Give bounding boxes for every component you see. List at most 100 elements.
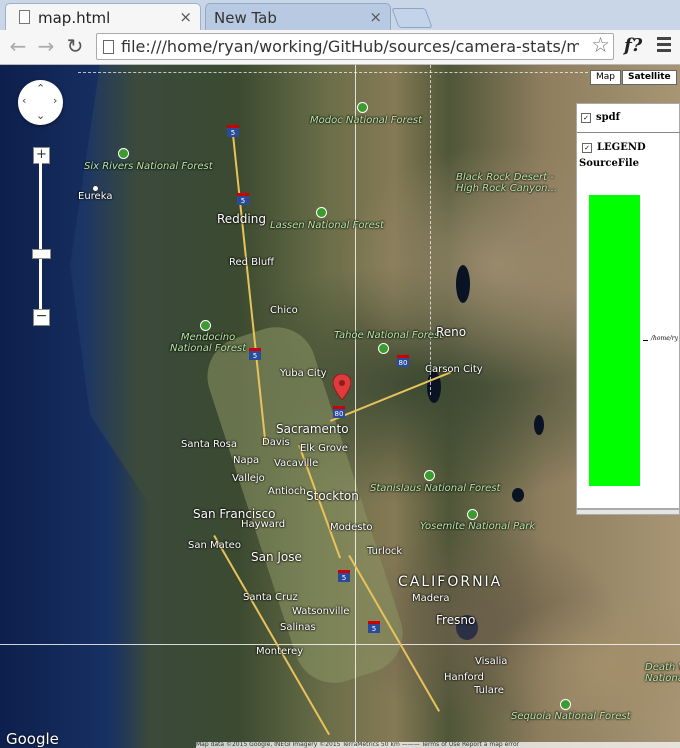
- zoom-out-button[interactable]: −: [33, 309, 50, 326]
- park-icon: [378, 343, 389, 354]
- close-tab-icon[interactable]: ×: [179, 8, 192, 26]
- google-logo: Google: [6, 730, 59, 748]
- panel-scrollbar[interactable]: [576, 509, 680, 515]
- legend-field: SourceFile: [579, 158, 639, 169]
- tulare-label: Tulare: [474, 685, 504, 696]
- pyramid-lake: [456, 265, 470, 303]
- divider: [577, 132, 680, 133]
- tab-new-tab[interactable]: New Tab ×: [205, 3, 391, 30]
- mono-lake: [512, 488, 524, 502]
- hanford-label: Hanford: [444, 672, 484, 683]
- legend-checkbox[interactable]: ✓: [582, 143, 592, 153]
- state-border: [430, 65, 431, 395]
- chico-label: Chico: [270, 305, 298, 316]
- pan-left-icon[interactable]: ‹: [22, 94, 26, 107]
- map-marker-icon[interactable]: [333, 374, 351, 400]
- stockton-label: Stockton: [306, 489, 359, 503]
- bookmark-star-icon[interactable]: ☆: [591, 33, 610, 57]
- antioch-label: Antioch: [268, 486, 306, 497]
- forward-button[interactable]: →: [34, 34, 58, 58]
- pan-down-icon[interactable]: ⌄: [36, 109, 45, 122]
- pan-right-icon[interactable]: ›: [53, 94, 57, 107]
- interstate-shield-icon: 5: [338, 570, 350, 582]
- monterey-label: Monterey: [256, 646, 304, 657]
- park-icon: [316, 207, 327, 218]
- tab-map-html[interactable]: map.html ×: [5, 3, 201, 30]
- sequoia-label: Sequoia National Forest: [511, 711, 631, 722]
- document-icon: [19, 10, 30, 24]
- interstate-shield-icon: 5: [237, 193, 249, 205]
- salinas-label: Salinas: [280, 622, 316, 633]
- madera-label: Madera: [412, 593, 450, 604]
- vallejo-label: Vallejo: [232, 473, 265, 484]
- tile-line: [355, 65, 356, 748]
- mendocino-label: Mendocino National Forest: [170, 332, 247, 354]
- lake: [534, 415, 544, 435]
- san-mateo-label: San Mateo: [188, 540, 241, 551]
- park-icon: [560, 699, 571, 710]
- pan-control[interactable]: ⌃ ⌄ ‹ ›: [18, 80, 63, 125]
- tahoe-label: Tahoe National Forest: [334, 330, 444, 341]
- spdf-layer-checkbox[interactable]: ✓: [581, 113, 591, 123]
- turlock-label: Turlock: [367, 546, 403, 557]
- tab-label: map.html: [38, 9, 111, 27]
- modoc-label: Modoc National Forest: [310, 115, 423, 126]
- state-border: [78, 72, 588, 73]
- map-type-satellite-button[interactable]: Satellite: [622, 70, 677, 85]
- watsonville-label: Watsonville: [292, 606, 350, 617]
- park-icon: [424, 470, 435, 481]
- red-bluff-label: Red Bluff: [229, 257, 275, 268]
- zoom-slider-handle[interactable]: [32, 249, 51, 259]
- hayward-label: Hayward: [241, 519, 286, 530]
- new-tab-button[interactable]: [391, 8, 433, 28]
- legend-color-swatch: [589, 195, 640, 486]
- zoom-slider-track[interactable]: [39, 162, 42, 309]
- santa-rosa-label: Santa Rosa: [181, 439, 237, 450]
- redding-label: Redding: [217, 212, 266, 226]
- yosemite-label: Yosemite National Park: [420, 521, 536, 532]
- six-rivers-label: Six Rivers National Forest: [84, 161, 213, 172]
- park-icon: [200, 320, 211, 331]
- vacaville-label: Vacaville: [274, 458, 319, 469]
- san-jose-label: San Jose: [251, 550, 302, 564]
- page-icon: [103, 40, 114, 54]
- park-icon: [467, 509, 478, 520]
- reno-label: Reno: [436, 325, 467, 339]
- santa-cruz-label: Santa Cruz: [243, 592, 298, 603]
- fresno-label: Fresno: [436, 613, 476, 627]
- reload-button[interactable]: ↻: [63, 34, 87, 58]
- legend-entry-label: /home/ry: [651, 335, 679, 342]
- interstate-shield-icon: 80: [397, 355, 409, 367]
- back-button[interactable]: ←: [6, 34, 30, 58]
- davis-label: Davis: [262, 437, 290, 448]
- url-text[interactable]: file:///home/ryan/working/GitHub/sources…: [121, 37, 579, 56]
- eureka-label: Eureka: [78, 191, 113, 202]
- pan-up-icon[interactable]: ⌃: [36, 82, 45, 95]
- extension-button[interactable]: f?: [624, 35, 642, 56]
- carson-city-label: Carson City: [425, 364, 483, 375]
- interstate-shield-icon: 5: [227, 125, 239, 137]
- death-valley-label: Death V Nationa: [645, 662, 680, 684]
- yuba-city-label: Yuba City: [280, 368, 327, 379]
- close-tab-icon[interactable]: ×: [369, 8, 382, 26]
- visalia-label: Visalia: [475, 656, 508, 667]
- satellite-map[interactable]: Modoc National Forest Six Rivers Nationa…: [0, 65, 680, 748]
- california-label: CALIFORNIA: [398, 574, 503, 590]
- legend-tick: [643, 340, 648, 341]
- legend-title: LEGEND: [597, 142, 646, 153]
- interstate-shield-icon: 5: [368, 621, 380, 633]
- elk-grove-label: Elk Grove: [300, 443, 348, 454]
- modesto-label: Modesto: [330, 522, 373, 533]
- map-type-map-button[interactable]: Map: [590, 70, 621, 85]
- map-attribution[interactable]: Map data ©2015 Google, INEGI Imagery ©20…: [196, 742, 680, 748]
- sacramento-label: Sacramento: [276, 422, 349, 436]
- interstate-shield-icon: 80: [333, 406, 345, 418]
- park-icon: [118, 148, 129, 159]
- browser-toolbar: ← → ↻ file:///home/ryan/working/GitHub/s…: [0, 30, 680, 65]
- lassen-label: Lassen National Forest: [270, 220, 384, 231]
- stanislaus-label: Stanislaus National Forest: [370, 483, 501, 494]
- address-bar[interactable]: file:///home/ryan/working/GitHub/sources…: [96, 33, 614, 60]
- black-rock-label: Black Rock Desert - High Rock Canyon...: [456, 172, 558, 194]
- tab-label: New Tab: [214, 9, 277, 27]
- menu-icon[interactable]: [657, 37, 671, 55]
